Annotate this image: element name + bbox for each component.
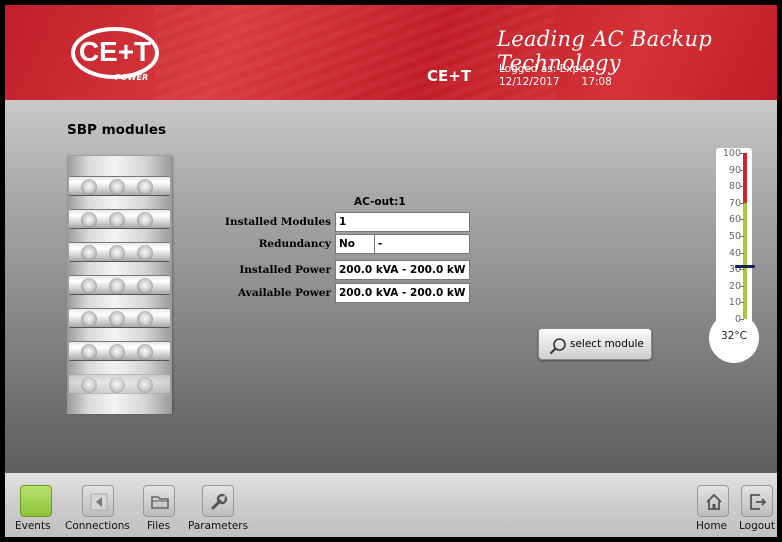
scale-label: 100 bbox=[722, 148, 741, 159]
arrow-left-icon bbox=[90, 493, 108, 511]
temperature-value: 32°C bbox=[721, 330, 747, 342]
fan-icon bbox=[137, 179, 153, 195]
temperature-gauge: 100 90 80 70 60 50 40 30 20 10 0 32°C bbox=[709, 148, 761, 368]
home-icon bbox=[706, 493, 722, 510]
parameters-label[interactable]: Parameters bbox=[188, 520, 248, 532]
logout-button[interactable] bbox=[741, 485, 773, 517]
scale-tick bbox=[740, 302, 744, 304]
thermometer-red-zone bbox=[743, 153, 747, 203]
files-button[interactable] bbox=[143, 485, 175, 517]
header-banner: CE+T POWER Leading AC Backup Technology … bbox=[5, 5, 777, 100]
scale-label: 0 bbox=[734, 314, 741, 325]
fan-icon bbox=[109, 212, 125, 228]
fan-icon bbox=[109, 179, 125, 195]
installed-modules-value: 1 bbox=[335, 212, 470, 232]
fan-icon bbox=[109, 278, 125, 294]
folder-icon bbox=[151, 496, 169, 509]
footer-toolbar: Events Connections Files Parameters Home bbox=[5, 473, 777, 537]
logout-icon bbox=[750, 494, 767, 510]
fan-icon bbox=[81, 344, 97, 360]
scale-tick bbox=[740, 319, 744, 320]
fan-icon bbox=[137, 377, 153, 393]
wrench-icon bbox=[211, 493, 228, 510]
scale-tick bbox=[740, 252, 744, 254]
sbp-module[interactable] bbox=[69, 176, 170, 196]
scale-tick bbox=[740, 153, 744, 154]
home-button[interactable] bbox=[697, 485, 729, 517]
magnifier-icon bbox=[549, 338, 566, 355]
scale-label: 80 bbox=[728, 181, 741, 193]
installed-power-value: 200.0 kVA - 200.0 kW bbox=[335, 260, 470, 280]
connections-label[interactable]: Connections bbox=[65, 520, 130, 532]
fan-icon bbox=[109, 311, 125, 327]
ac-out-title: AC-out:1 bbox=[354, 196, 406, 208]
scale-tick bbox=[740, 236, 744, 237]
logout-label[interactable]: Logout bbox=[739, 520, 775, 532]
header-decoration bbox=[155, 5, 555, 100]
scale-tick bbox=[740, 269, 744, 271]
page-title: SBP modules bbox=[67, 122, 167, 138]
fan-icon bbox=[137, 344, 153, 360]
files-label[interactable]: Files bbox=[147, 520, 170, 532]
scale-tick bbox=[740, 285, 744, 287]
available-power-label: Available Power bbox=[238, 287, 331, 299]
scale-tick bbox=[740, 219, 744, 221]
fan-icon bbox=[137, 278, 153, 294]
fan-icon bbox=[81, 212, 97, 228]
scale-tick bbox=[740, 202, 744, 204]
fan-icon bbox=[81, 179, 97, 195]
fan-icon bbox=[109, 245, 125, 261]
empty-module-slot[interactable] bbox=[69, 374, 170, 394]
scale-label: 50 bbox=[728, 231, 741, 242]
sbp-module[interactable] bbox=[69, 242, 170, 262]
scale-label: 70 bbox=[728, 197, 741, 209]
sbp-module[interactable] bbox=[69, 308, 170, 328]
fan-icon bbox=[109, 377, 125, 393]
logged-as: Logged as: Expert bbox=[499, 63, 595, 75]
installed-modules-label: Installed Modules bbox=[225, 216, 331, 228]
connections-button[interactable] bbox=[82, 485, 114, 517]
parameters-button[interactable] bbox=[202, 485, 234, 517]
redundancy-extra: - bbox=[374, 234, 470, 254]
svg-text:CE+T: CE+T bbox=[79, 36, 151, 67]
available-power-value: 200.0 kVA - 200.0 kW bbox=[335, 283, 470, 303]
events-button[interactable] bbox=[20, 485, 52, 517]
fan-icon bbox=[109, 344, 125, 360]
events-label[interactable]: Events bbox=[15, 520, 51, 532]
logo-power-text: POWER bbox=[115, 73, 149, 82]
login-info: Logged as: Expert 12/12/2017 17:08 bbox=[499, 63, 612, 89]
fan-icon bbox=[137, 311, 153, 327]
module-rack[interactable] bbox=[67, 156, 197, 416]
redundancy-label: Redundancy bbox=[258, 238, 331, 250]
sbp-module[interactable] bbox=[69, 209, 170, 229]
redundancy-value: No bbox=[335, 234, 375, 254]
fan-icon bbox=[81, 311, 97, 327]
fan-icon bbox=[137, 245, 153, 261]
brand-name: CE+T bbox=[427, 67, 472, 85]
scale-label: 10 bbox=[728, 297, 741, 309]
scale-label: 40 bbox=[728, 247, 741, 259]
main-panel: SBP modules AC-out:1 Installed Modules 1… bbox=[5, 100, 777, 473]
scale-tick bbox=[740, 169, 744, 171]
scale-label: 90 bbox=[728, 164, 741, 176]
time: 17:08 bbox=[581, 76, 612, 88]
home-label[interactable]: Home bbox=[696, 520, 727, 532]
temperature-marker bbox=[735, 264, 755, 268]
fan-icon bbox=[81, 245, 97, 261]
sbp-module[interactable] bbox=[69, 341, 170, 361]
fan-icon bbox=[137, 212, 153, 228]
select-module-label: select module bbox=[570, 338, 644, 350]
fan-icon bbox=[81, 278, 97, 294]
sbp-module[interactable] bbox=[69, 275, 170, 295]
installed-power-label: Installed Power bbox=[239, 264, 331, 276]
date: 12/12/2017 bbox=[499, 76, 560, 88]
fan-icon bbox=[81, 377, 97, 393]
scale-label: 20 bbox=[728, 280, 741, 292]
scale-tick bbox=[740, 186, 744, 188]
scale-label: 60 bbox=[728, 214, 741, 226]
select-module-button[interactable]: select module bbox=[538, 328, 652, 360]
